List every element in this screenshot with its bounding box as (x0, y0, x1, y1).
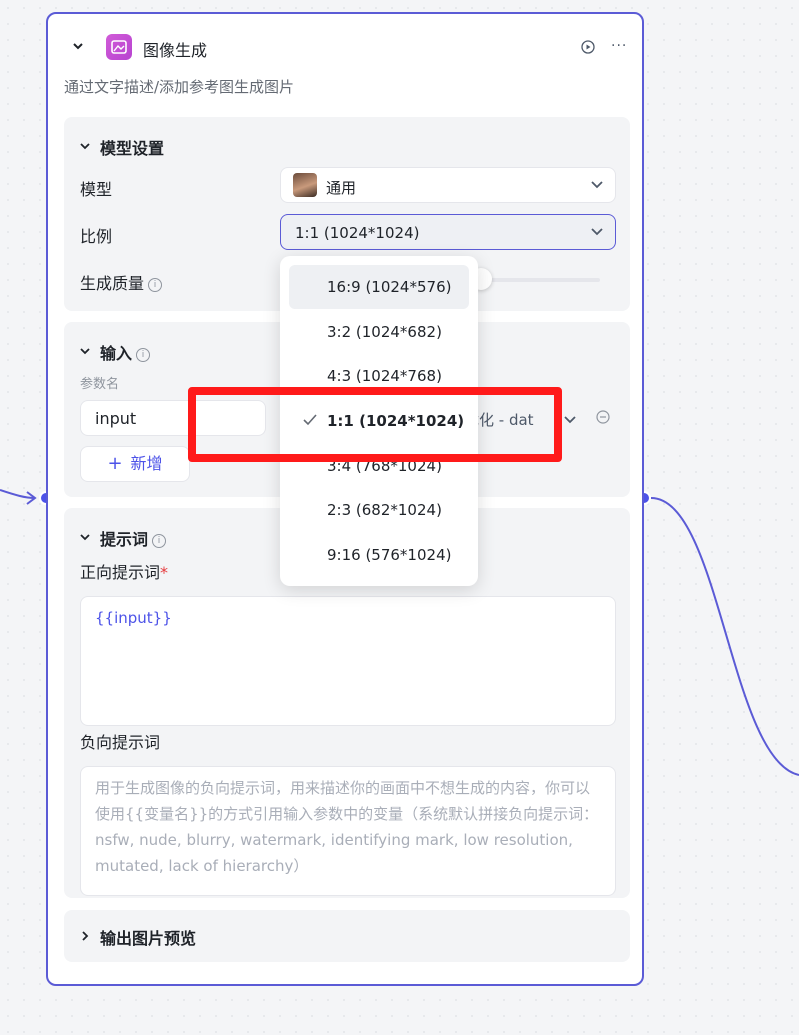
chevron-down-icon[interactable] (80, 346, 90, 356)
ratio-option[interactable]: 3:2 (1024*682) (289, 310, 469, 354)
chevron-down-icon[interactable] (80, 141, 90, 151)
ratio-option-label: 3:2 (1024*682) (327, 323, 442, 341)
ratio-option[interactable]: 2:3 (682*1024) (289, 488, 469, 532)
avatar (293, 173, 317, 197)
quality-label-text: 生成质量 (80, 274, 145, 293)
chevron-down-icon (591, 228, 603, 236)
input-title-text: 输入 (100, 344, 133, 363)
param-name-header: 参数名 (80, 377, 120, 392)
prompt-section-title: 提示词 i (100, 526, 167, 550)
quality-label: 生成质量 i (80, 270, 163, 294)
model-settings-title: 模型设置 (100, 139, 165, 158)
chevron-down-icon[interactable] (80, 532, 90, 542)
node-title: 图像生成 (143, 41, 208, 60)
remove-icon[interactable] (596, 410, 610, 424)
plus-icon: + (107, 453, 123, 474)
add-button-label: 新增 (130, 454, 163, 473)
ratio-label: 比例 (80, 227, 113, 246)
info-icon[interactable]: i (148, 277, 163, 292)
model-select[interactable]: 通用 (280, 167, 616, 203)
positive-label-text: 正向提示词 (80, 563, 161, 582)
negative-prompt-textarea[interactable]: 用于生成图像的负向提示词，用来描述你的画面中不想生成的内容，你可以使用{{变量名… (80, 766, 616, 896)
node-description: 通过文字描述/添加参考图生成图片 (64, 78, 295, 96)
chevron-down-icon (591, 181, 603, 189)
positive-prompt-textarea[interactable]: {{input}} (80, 596, 616, 726)
negative-prompt-label: 负向提示词 (80, 733, 161, 752)
info-icon[interactable]: i (136, 347, 151, 362)
chevron-right-icon[interactable] (80, 931, 90, 941)
highlight-annotation (188, 387, 562, 462)
more-icon[interactable]: ··· (611, 38, 627, 54)
ratio-option[interactable]: 16:9 (1024*576) (289, 265, 469, 309)
play-icon[interactable] (581, 40, 595, 54)
chevron-down-icon[interactable] (564, 416, 576, 424)
add-param-button[interactable]: + 新增 (80, 446, 190, 482)
model-label: 模型 (80, 180, 113, 199)
ratio-option-label: 16:9 (1024*576) (327, 278, 452, 296)
ratio-option-label: 2:3 (682*1024) (327, 501, 442, 519)
model-select-value: 通用 (326, 179, 357, 197)
quality-slider-track[interactable] (488, 278, 600, 282)
ratio-option[interactable]: 9:16 (576*1024) (289, 533, 469, 577)
info-icon[interactable]: i (152, 533, 167, 548)
node-header: 图像生成 ··· (48, 14, 642, 76)
chevron-down-icon[interactable] (72, 40, 84, 52)
output-preview-section[interactable]: 输出图片预览 (64, 910, 630, 962)
ratio-option-label: 9:16 (576*1024) (327, 546, 452, 564)
image-generation-icon (106, 34, 132, 60)
positive-prompt-label: 正向提示词* (80, 559, 168, 583)
ratio-select[interactable]: 1:1 (1024*1024) (280, 214, 616, 250)
prompt-title-text: 提示词 (100, 530, 149, 549)
ratio-select-value: 1:1 (1024*1024) (295, 224, 420, 242)
required-mark: * (160, 563, 169, 582)
input-section-title: 输入 i (100, 340, 151, 364)
output-preview-title: 输出图片预览 (100, 929, 197, 948)
